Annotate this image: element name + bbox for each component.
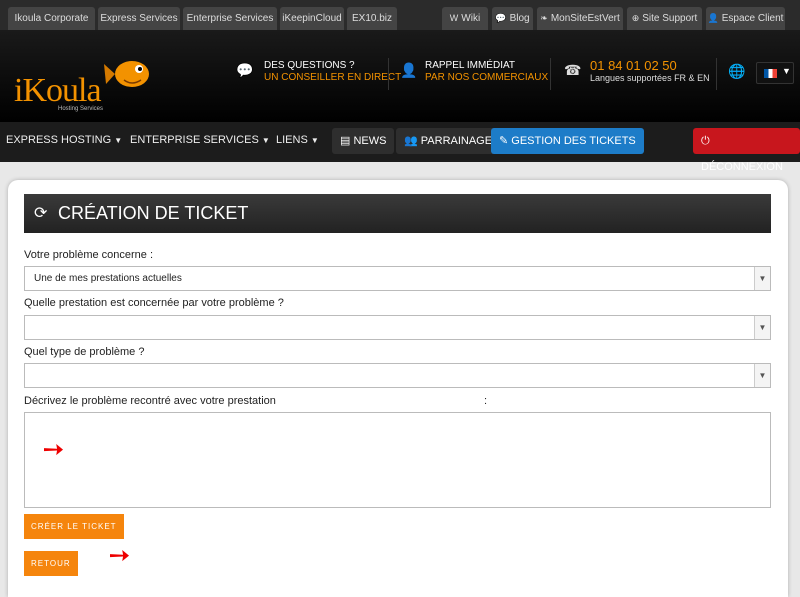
page-title: CRÉATION DE TICKET — [58, 203, 249, 223]
questions-block[interactable]: DES QUESTIONS ? UN CONSEILLER EN DIRECT — [264, 60, 401, 84]
callback-line2: PAR NOS COMMERCIAUX — [425, 72, 549, 83]
newspaper-icon: ▤ — [340, 135, 351, 147]
wiki-icon: W — [449, 13, 459, 23]
callback-line1: RAPPEL IMMÉDIAT — [425, 60, 516, 71]
create-ticket-button[interactable]: CRÉER LE TICKET — [24, 514, 124, 539]
header-divider — [716, 58, 717, 90]
nav-liens[interactable]: LIENS ▼ — [276, 134, 319, 146]
description-textarea[interactable] — [24, 412, 771, 508]
power-icon: ⏻ — [701, 135, 710, 147]
caret-down-icon: ▼ — [114, 136, 123, 145]
caret-down-icon: ▼ — [310, 136, 319, 145]
news-button[interactable]: ▤ NEWS — [332, 128, 395, 154]
tab-label: Site Support — [642, 13, 698, 24]
phone-number[interactable]: 01 84 01 02 50 — [590, 58, 677, 73]
callback-block[interactable]: RAPPEL IMMÉDIAT PAR NOS COMMERCIAUX — [425, 60, 548, 84]
nav-label: GESTION DES TICKETS — [511, 135, 636, 147]
tickets-button[interactable]: ✎ GESTION DES TICKETS — [491, 128, 644, 154]
site-header: iKoula Hosting Services 💬 DES QUESTIONS … — [0, 30, 800, 122]
logout-button[interactable]: ⏻ DÉCONNEXION — [693, 128, 800, 173]
tab-label: Wiki — [461, 13, 481, 24]
ikoula-logo[interactable]: iKoula Hosting Services — [6, 44, 156, 116]
tab-label: Express Services — [100, 13, 178, 24]
q3-label: Quel type de problème ? — [24, 346, 145, 358]
chevron-down-icon: ▼ — [754, 267, 770, 290]
header-divider — [388, 58, 389, 90]
refresh-icon: ⟳ — [34, 205, 48, 222]
tab-express-services[interactable]: Express Services — [98, 7, 180, 30]
tab-wiki[interactable]: W Wiki — [442, 7, 488, 30]
user-icon: 👤 — [707, 13, 719, 23]
tab-label: Espace Client — [721, 13, 784, 24]
tab-ex10[interactable]: EX10.biz — [347, 7, 397, 30]
nav-label: DÉCONNEXION — [701, 161, 783, 173]
chevron-down-icon: ▼ — [782, 66, 791, 76]
tab-label: iKeepinCloud — [282, 13, 342, 24]
problem-type-select[interactable]: ▼ — [24, 363, 771, 388]
header-divider — [550, 58, 551, 90]
tab-label: Ikoula Corporate — [14, 13, 89, 24]
questions-line1: DES QUESTIONS ? — [264, 60, 355, 71]
form-title-bar: ⟳ CRÉATION DE TICKET — [24, 194, 771, 233]
q2-label: Quelle prestation est concernée par votr… — [24, 297, 284, 309]
questions-line2: UN CONSEILLER EN DIRECT — [264, 72, 402, 83]
nav-label: EXPRESS HOSTING — [6, 134, 112, 146]
chevron-down-icon: ▼ — [754, 316, 770, 339]
parrainage-button[interactable]: 👥 PARRAINAGE — [396, 128, 501, 154]
language-selector[interactable]: ▼ — [756, 62, 794, 84]
problem-concerns-select[interactable]: Une de mes prestations actuelles ▼ — [24, 266, 771, 291]
chat-icon: 💬 — [236, 62, 254, 78]
service-select[interactable]: ▼ — [24, 315, 771, 340]
tab-label: EX10.biz — [351, 13, 393, 24]
tab-ikeepincloud[interactable]: iKeepinCloud — [280, 7, 344, 30]
caret-down-icon: ▼ — [261, 136, 270, 145]
ticket-icon: ✎ — [499, 135, 509, 147]
french-flag-icon — [764, 69, 777, 78]
leaf-icon: ❧ — [540, 13, 548, 23]
logo-subtitle: Hosting Services — [58, 106, 104, 112]
globe-icon[interactable]: 🌐 — [728, 63, 745, 80]
description-colon: : — [484, 395, 488, 407]
tab-espace-client[interactable]: 👤 Espace Client — [706, 7, 785, 30]
users-icon: 👥 — [404, 135, 418, 147]
tab-monsiteestvert[interactable]: ❧ MonSiteEstVert — [537, 7, 623, 30]
nav-express-hosting[interactable]: EXPRESS HOSTING ▼ — [6, 134, 122, 146]
nav-label: PARRAINAGE — [420, 135, 493, 147]
support-icon: ⊕ — [631, 13, 640, 23]
languages-text: Langues supportées FR & EN — [590, 73, 710, 83]
tab-label: Enterprise Services — [186, 13, 274, 24]
tab-label: MonSiteEstVert — [550, 13, 620, 24]
tab-enterprise-services[interactable]: Enterprise Services — [183, 7, 277, 30]
back-button[interactable]: RETOUR — [24, 551, 78, 576]
phone-icon: ☎ — [564, 62, 582, 78]
comment-icon: 💬 — [495, 13, 507, 23]
description-label: Décrivez le problème recontré avec votre… — [24, 395, 276, 407]
person-icon: 👤 — [400, 62, 418, 78]
nav-label: LIENS — [276, 134, 308, 146]
chevron-down-icon: ▼ — [754, 364, 770, 387]
tab-ikoula-corporate[interactable]: Ikoula Corporate — [8, 7, 95, 30]
content-panel — [8, 180, 788, 597]
tab-blog[interactable]: 💬 Blog — [492, 7, 533, 30]
q1-label: Votre problème concerne : — [24, 249, 154, 261]
tab-label: Blog — [509, 13, 530, 24]
nav-enterprise-services[interactable]: ENTERPRISE SERVICES ▼ — [130, 134, 270, 146]
select-value: Une de mes prestations actuelles — [34, 273, 182, 284]
top-tabs-bar: Ikoula Corporate Express Services Enterp… — [0, 0, 800, 30]
logo-text: iKoula — [14, 72, 102, 109]
nav-label: NEWS — [353, 135, 387, 147]
tab-site-support[interactable]: ⊕ Site Support — [627, 7, 702, 30]
nav-label: ENTERPRISE SERVICES — [130, 134, 259, 146]
main-nav: EXPRESS HOSTING ▼ ENTERPRISE SERVICES ▼ … — [0, 122, 800, 173]
